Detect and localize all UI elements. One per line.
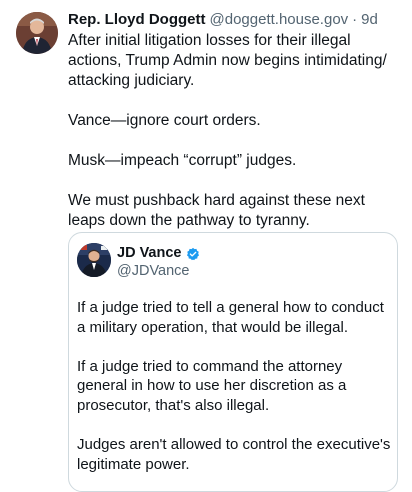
dot-separator: · [352, 11, 358, 28]
quoted-author-name[interactable]: JD Vance [117, 245, 182, 262]
quoted-paragraph: If a judge tried to command the attorney… [77, 357, 347, 414]
post-content: Rep. Lloyd Doggett @doggett.house.gov · … [68, 10, 398, 231]
quoted-post[interactable]: JD Vance @JDVance If a judge tried to te… [68, 232, 398, 492]
quoted-paragraph: If a judge tried to tell a general how t… [77, 299, 384, 336]
author-avatar[interactable] [16, 12, 58, 54]
post-paragraph: After initial litigation losses for thei… [68, 32, 387, 89]
post-paragraph: Vance—ignore court orders. [68, 112, 261, 129]
post-body: After initial litigation losses for thei… [68, 31, 398, 231]
quoted-author-name-row: JD Vance [117, 245, 200, 262]
quoted-paragraph: Judges aren't allowed to control the exe… [77, 436, 391, 473]
quoted-author-info: JD Vance @JDVance [117, 245, 200, 280]
post-paragraph: We must pushback hard against these next… [68, 192, 365, 229]
quoted-author-avatar[interactable] [77, 243, 111, 277]
verified-badge-icon [186, 247, 200, 261]
post-timestamp[interactable]: 9d [361, 10, 378, 30]
author-name[interactable]: Rep. Lloyd Doggett [68, 10, 206, 30]
post-paragraph: Musk—impeach “corrupt” judges. [68, 152, 297, 169]
author-handle[interactable]: @doggett.house.gov [210, 10, 349, 30]
quoted-author-handle[interactable]: @JDVance [117, 262, 200, 280]
post: Rep. Lloyd Doggett @doggett.house.gov · … [0, 0, 412, 492]
post-header: Rep. Lloyd Doggett @doggett.house.gov · … [68, 10, 398, 30]
quoted-post-body: If a judge tried to tell a general how t… [77, 298, 393, 474]
